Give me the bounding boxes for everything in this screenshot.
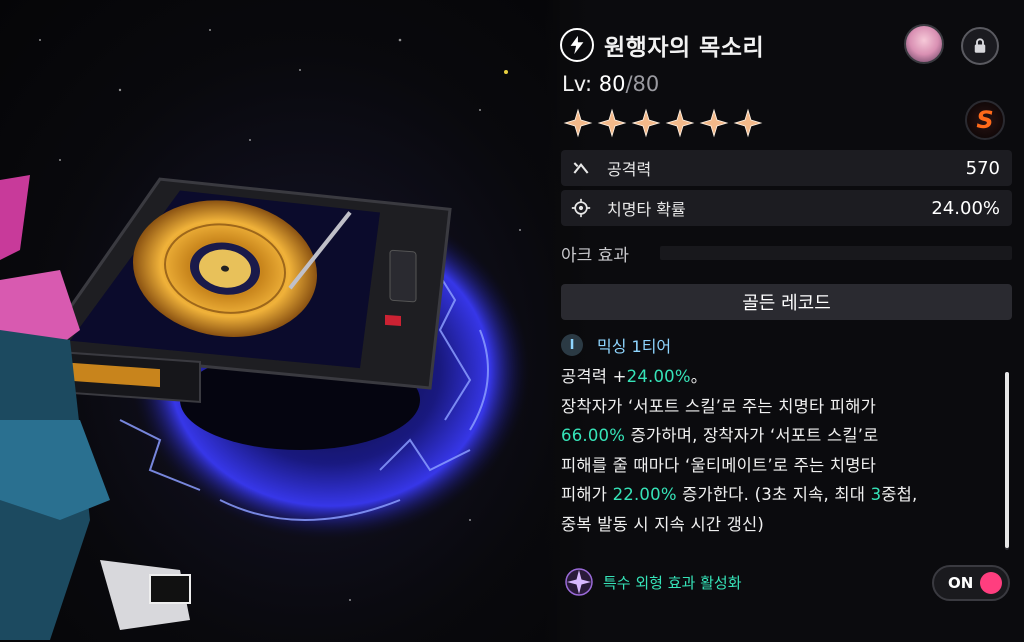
level-max: /80 — [625, 72, 660, 96]
desc-line: 피해가 22.00% 증가한다. (3초 지속, 최대 3중첩, — [561, 480, 993, 510]
arc-effect-heading: 아크 효과 — [561, 246, 629, 266]
special-appearance-toggle[interactable]: ON — [932, 565, 1010, 601]
desc-line: 66.00% 증가하며, 장착자가 ‘서포트 스킬’로 — [561, 421, 993, 451]
star-icon — [699, 108, 729, 138]
crit-rate-icon — [569, 196, 593, 220]
lock-button[interactable] — [961, 27, 999, 65]
compass-star-icon — [563, 566, 595, 598]
item-artwork — [0, 0, 560, 642]
desc-highlight: 24.00% — [626, 367, 691, 386]
lightning-icon — [560, 28, 594, 62]
tier-badge: I — [561, 334, 583, 356]
desc-text: 공격력 + — [561, 367, 627, 386]
item-header: 원행자의 목소리 — [560, 28, 764, 62]
desc-line: 피해를 줄 때마다 ‘울티메이트’로 주는 치명타 — [561, 455, 876, 475]
effect-tier: I 믹싱 1티어 — [561, 333, 671, 357]
desc-text: 증가하며, 장착자가 ‘서포트 스킬’로 — [625, 426, 879, 445]
desc-highlight: 66.00% — [561, 426, 626, 445]
stat-value: 570 — [965, 157, 1000, 179]
desc-text: 피해가 — [561, 485, 613, 504]
stat-value: 24.00% — [931, 197, 1000, 219]
effect-description: 공격력 +24.00%。 장착자가 ‘서포트 스킬’로 주는 치명타 피해가 6… — [561, 362, 993, 539]
desc-highlight: 22.00% — [612, 485, 677, 504]
lock-icon — [974, 38, 986, 53]
desc-text: 。 — [690, 367, 708, 386]
desc-text: 증가한다. (3초 지속, 최대 — [676, 485, 871, 504]
effect-name-banner: 골든 레코드 — [561, 284, 1012, 320]
level-current: 80 — [598, 72, 626, 96]
desc-text: 중첩, — [881, 485, 918, 504]
star-rating — [563, 108, 763, 138]
desc-line: 중복 발동 시 지속 시간 갱신) — [561, 514, 765, 534]
rank-letter: S — [976, 106, 994, 134]
level-label: Lv: — [562, 72, 593, 96]
item-level: Lv: 80/80 — [562, 72, 659, 96]
stat-label: 치명타 확률 — [607, 200, 686, 219]
tier-text: 믹싱 1티어 — [597, 337, 672, 356]
special-appearance-label: 특수 외형 효과 활성화 — [603, 573, 742, 592]
toggle-knob — [980, 572, 1002, 594]
star-icon — [733, 108, 763, 138]
star-icon — [597, 108, 627, 138]
stat-row-crit-rate: 치명타 확률 24.00% — [561, 190, 1012, 226]
stat-label: 공격력 — [607, 160, 652, 179]
item-title: 원행자의 목소리 — [604, 35, 765, 61]
special-appearance-row: 특수 외형 효과 활성화 — [563, 566, 742, 598]
scrollbar-thumb[interactable] — [1005, 372, 1009, 548]
item-info-panel — [545, 0, 1024, 642]
section-divider — [660, 246, 1012, 260]
toggle-label: ON — [948, 574, 974, 592]
rank-badge: S — [965, 100, 1005, 140]
attack-icon — [569, 156, 593, 180]
star-icon — [563, 108, 593, 138]
desc-line: 공격력 +24.00%。 — [561, 362, 993, 392]
star-icon — [665, 108, 695, 138]
desc-highlight: 3 — [870, 485, 882, 504]
desc-line: 장착자가 ‘서포트 스킬’로 주는 치명타 피해가 — [561, 396, 876, 416]
star-icon — [631, 108, 661, 138]
character-avatar[interactable] — [904, 24, 944, 64]
stat-row-attack: 공격력 570 — [561, 150, 1012, 186]
